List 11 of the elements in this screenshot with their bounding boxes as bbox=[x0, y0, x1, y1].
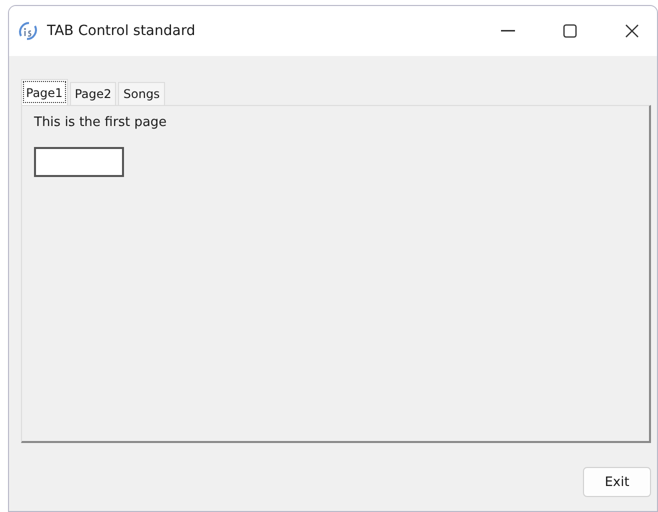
close-icon bbox=[625, 24, 639, 38]
minimize-icon bbox=[501, 30, 515, 32]
input-field[interactable] bbox=[34, 147, 124, 177]
maximize-icon bbox=[563, 24, 577, 38]
page-label: This is the first page bbox=[34, 115, 168, 130]
tab[interactable]: Songs bbox=[118, 82, 165, 105]
app-logo-icon bbox=[17, 21, 39, 41]
tab[interactable]: Page2 bbox=[70, 82, 116, 105]
exit-button[interactable]: Exit bbox=[583, 467, 651, 497]
tab[interactable]: Page1 bbox=[21, 79, 68, 105]
window-title: TAB Control standard bbox=[47, 23, 196, 39]
